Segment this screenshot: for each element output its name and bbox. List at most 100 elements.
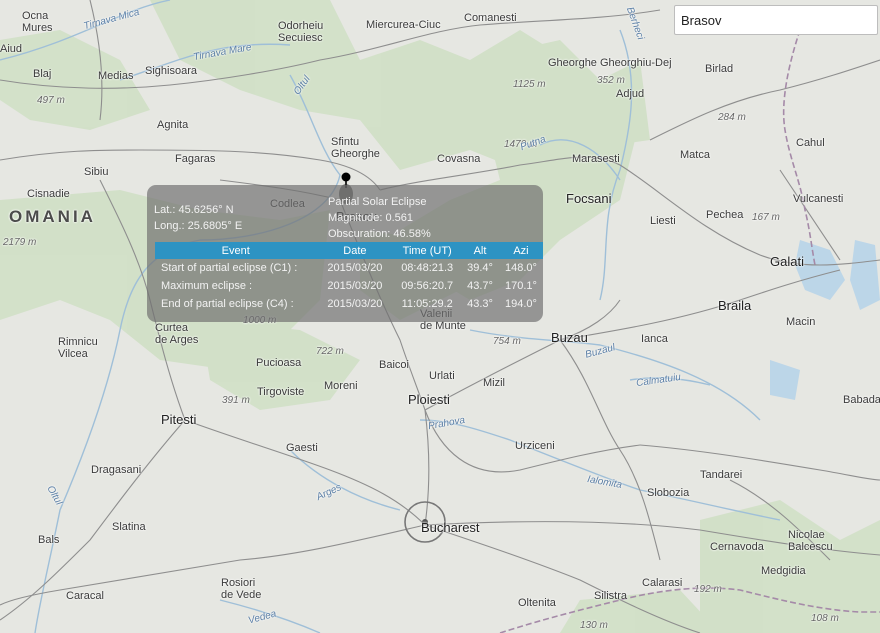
place-label-galati: Galati [770,254,804,269]
place-label-liesti: Liesti [650,215,676,227]
place-label-babadag: Babada [843,394,880,406]
eclipse-contacts-table: Event Date Time (UT) Alt Azi Start of pa… [155,242,543,313]
place-label-slatina: Slatina [112,521,146,533]
elevation-label: 108 m [811,613,839,624]
date-cell: 2015/03/20 [327,280,383,292]
place-label-curtea-de-arges: Curtea de Arges [155,322,199,347]
place-label-tirgoviste: Tirgoviste [257,386,305,398]
place-label-cisnadie: Cisnadie [27,188,70,200]
elevation-label: 2179 m [3,237,37,248]
place-label-ocna-mures: Ocna Mures [22,10,53,35]
header-alt: Alt [461,242,499,259]
place-label-odorheiu-secuiesc: Odorheiu Secuiesc [278,20,324,45]
elevation-label: 284 m [718,112,746,123]
place-label-matca: Matca [680,149,710,161]
date-cell: 2015/03/20 [327,262,383,274]
elevation-label: 497 m [37,95,65,106]
place-label-calarasi: Calarasi [642,577,683,589]
place-label-sighisoara: Sighisoara [145,65,197,77]
header-event: Event [155,242,317,259]
place-label-nicolae-balcescu: Nicolae Balcescu [788,529,833,554]
table-row: Start of partial eclipse (C1) : 2015/03/… [155,259,543,277]
place-label-medias: Medias [98,70,134,82]
place-label-cernavoda: Cernavoda [710,541,764,553]
time-cell: 09:56:20.7 [401,280,454,292]
place-label-urlati: Urlati [429,370,455,382]
elevation-label: 130 m [580,620,608,631]
azi-cell: 194.0° [505,298,537,310]
place-label-covasna: Covasna [437,153,481,165]
place-label-ploiesti: Ploiesti [408,392,450,407]
table-header-row: Event Date Time (UT) Alt Azi [155,242,543,259]
place-label-aiud: Aiud [0,43,23,55]
azi-cell: 148.0° [505,262,537,274]
date-cell: 2015/03/20 [327,298,383,310]
place-label-buzau: Buzau [551,330,588,345]
eclipse-obscuration: Obscuration: 46.58% [328,228,431,240]
place-label-marasesti: Marasesti [572,153,620,165]
place-label-sibiu: Sibiu [84,166,109,178]
place-label-braila: Braila [718,298,752,313]
place-label-medgidia: Medgidia [761,565,806,577]
elevation-label: 754 m [493,336,521,347]
place-label-birlad: Birlad [705,63,734,75]
alt-cell: 43.7° [467,280,493,292]
place-label-ianca: Ianca [641,333,668,345]
longitude-text: Long.: 25.6805° E [154,220,243,232]
elevation-label: 722 m [316,346,344,357]
place-label-adjud: Adjud [616,88,645,100]
place-label-slobozia: Slobozia [647,487,690,499]
table-row: End of partial eclipse (C4) : 2015/03/20… [155,295,543,313]
table-row: Maximum eclipse : 2015/03/20 09:56:20.7 … [155,277,543,295]
elevation-label: 192 m [694,584,722,595]
place-label-baicoi: Baicoi [379,359,409,371]
latitude-text: Lat.: 45.6256° N [154,204,234,216]
eclipse-magnitude: Magnitude: 0.561 [328,212,414,224]
event-cell: Start of partial eclipse (C1) : [161,262,298,274]
place-label-tandarei: Tandarei [700,469,743,481]
elevation-label: 167 m [752,212,780,223]
place-label-sfintu-gheorghe: Sfintu Gheorghe [331,136,380,161]
place-label-agnita: Agnita [157,119,189,131]
place-label-vulcanesti: Vulcanesti [793,193,844,205]
location-search-input[interactable] [674,5,878,35]
place-label-comanesti: Comanesti [464,12,517,24]
place-label-dragasani: Dragasani [91,464,142,476]
place-label-blaj: Blaj [33,68,52,80]
place-label-bals: Bals [38,534,60,546]
country-label: OMANIA [9,207,96,226]
elevation-label: 352 m [597,75,625,86]
azi-cell: 170.1° [505,280,537,292]
place-label-miercurea-ciuc: Miercurea-Ciuc [366,19,441,31]
place-label-focsani: Focsani [566,191,612,206]
place-label-gheorghe-gheorghiu-dej: Gheorghe Gheorghiu-Dej [548,57,672,69]
time-cell: 11:05:29.2 [401,298,453,310]
place-label-bucharest: Bucharest [421,520,480,535]
place-label-pitesti: Pitesti [161,412,197,427]
header-azi: Azi [498,242,543,259]
eclipse-info-panel: Lat.: 45.6256° N Long.: 25.6805° E Parti… [147,185,543,322]
place-label-oltenita: Oltenita [518,597,556,609]
event-cell: Maximum eclipse : [161,280,253,292]
place-label-pechea: Pechea [706,209,744,221]
time-cell: 08:48:21.3 [401,262,454,274]
place-label-caracal: Caracal [66,590,104,602]
place-label-mizil: Mizil [483,377,505,389]
header-date: Date [316,242,394,259]
alt-cell: 39.4° [467,262,493,274]
place-label-pucioasa: Pucioasa [256,357,302,369]
place-label-rimnicu-vilcea: Rimnicu Vilcea [58,336,98,361]
event-cell: End of partial eclipse (C4) : [161,298,294,310]
place-label-rosiori-de-vede: Rosiori de Vede [221,577,262,602]
alt-cell: 43.3° [467,298,493,310]
eclipse-title: Partial Solar Eclipse [328,196,427,208]
place-label-fagaras: Fagaras [175,153,216,165]
place-label-moreni: Moreni [324,380,358,392]
header-time: Time (UT) [393,242,461,259]
elevation-label: 391 m [222,395,250,406]
place-label-urziceni: Urziceni [515,440,555,452]
place-label-silistra: Silistra [594,590,628,602]
place-label-macin: Macin [786,316,816,328]
elevation-label: 1125 m [513,79,546,90]
place-label-gaesti: Gaesti [286,442,318,454]
